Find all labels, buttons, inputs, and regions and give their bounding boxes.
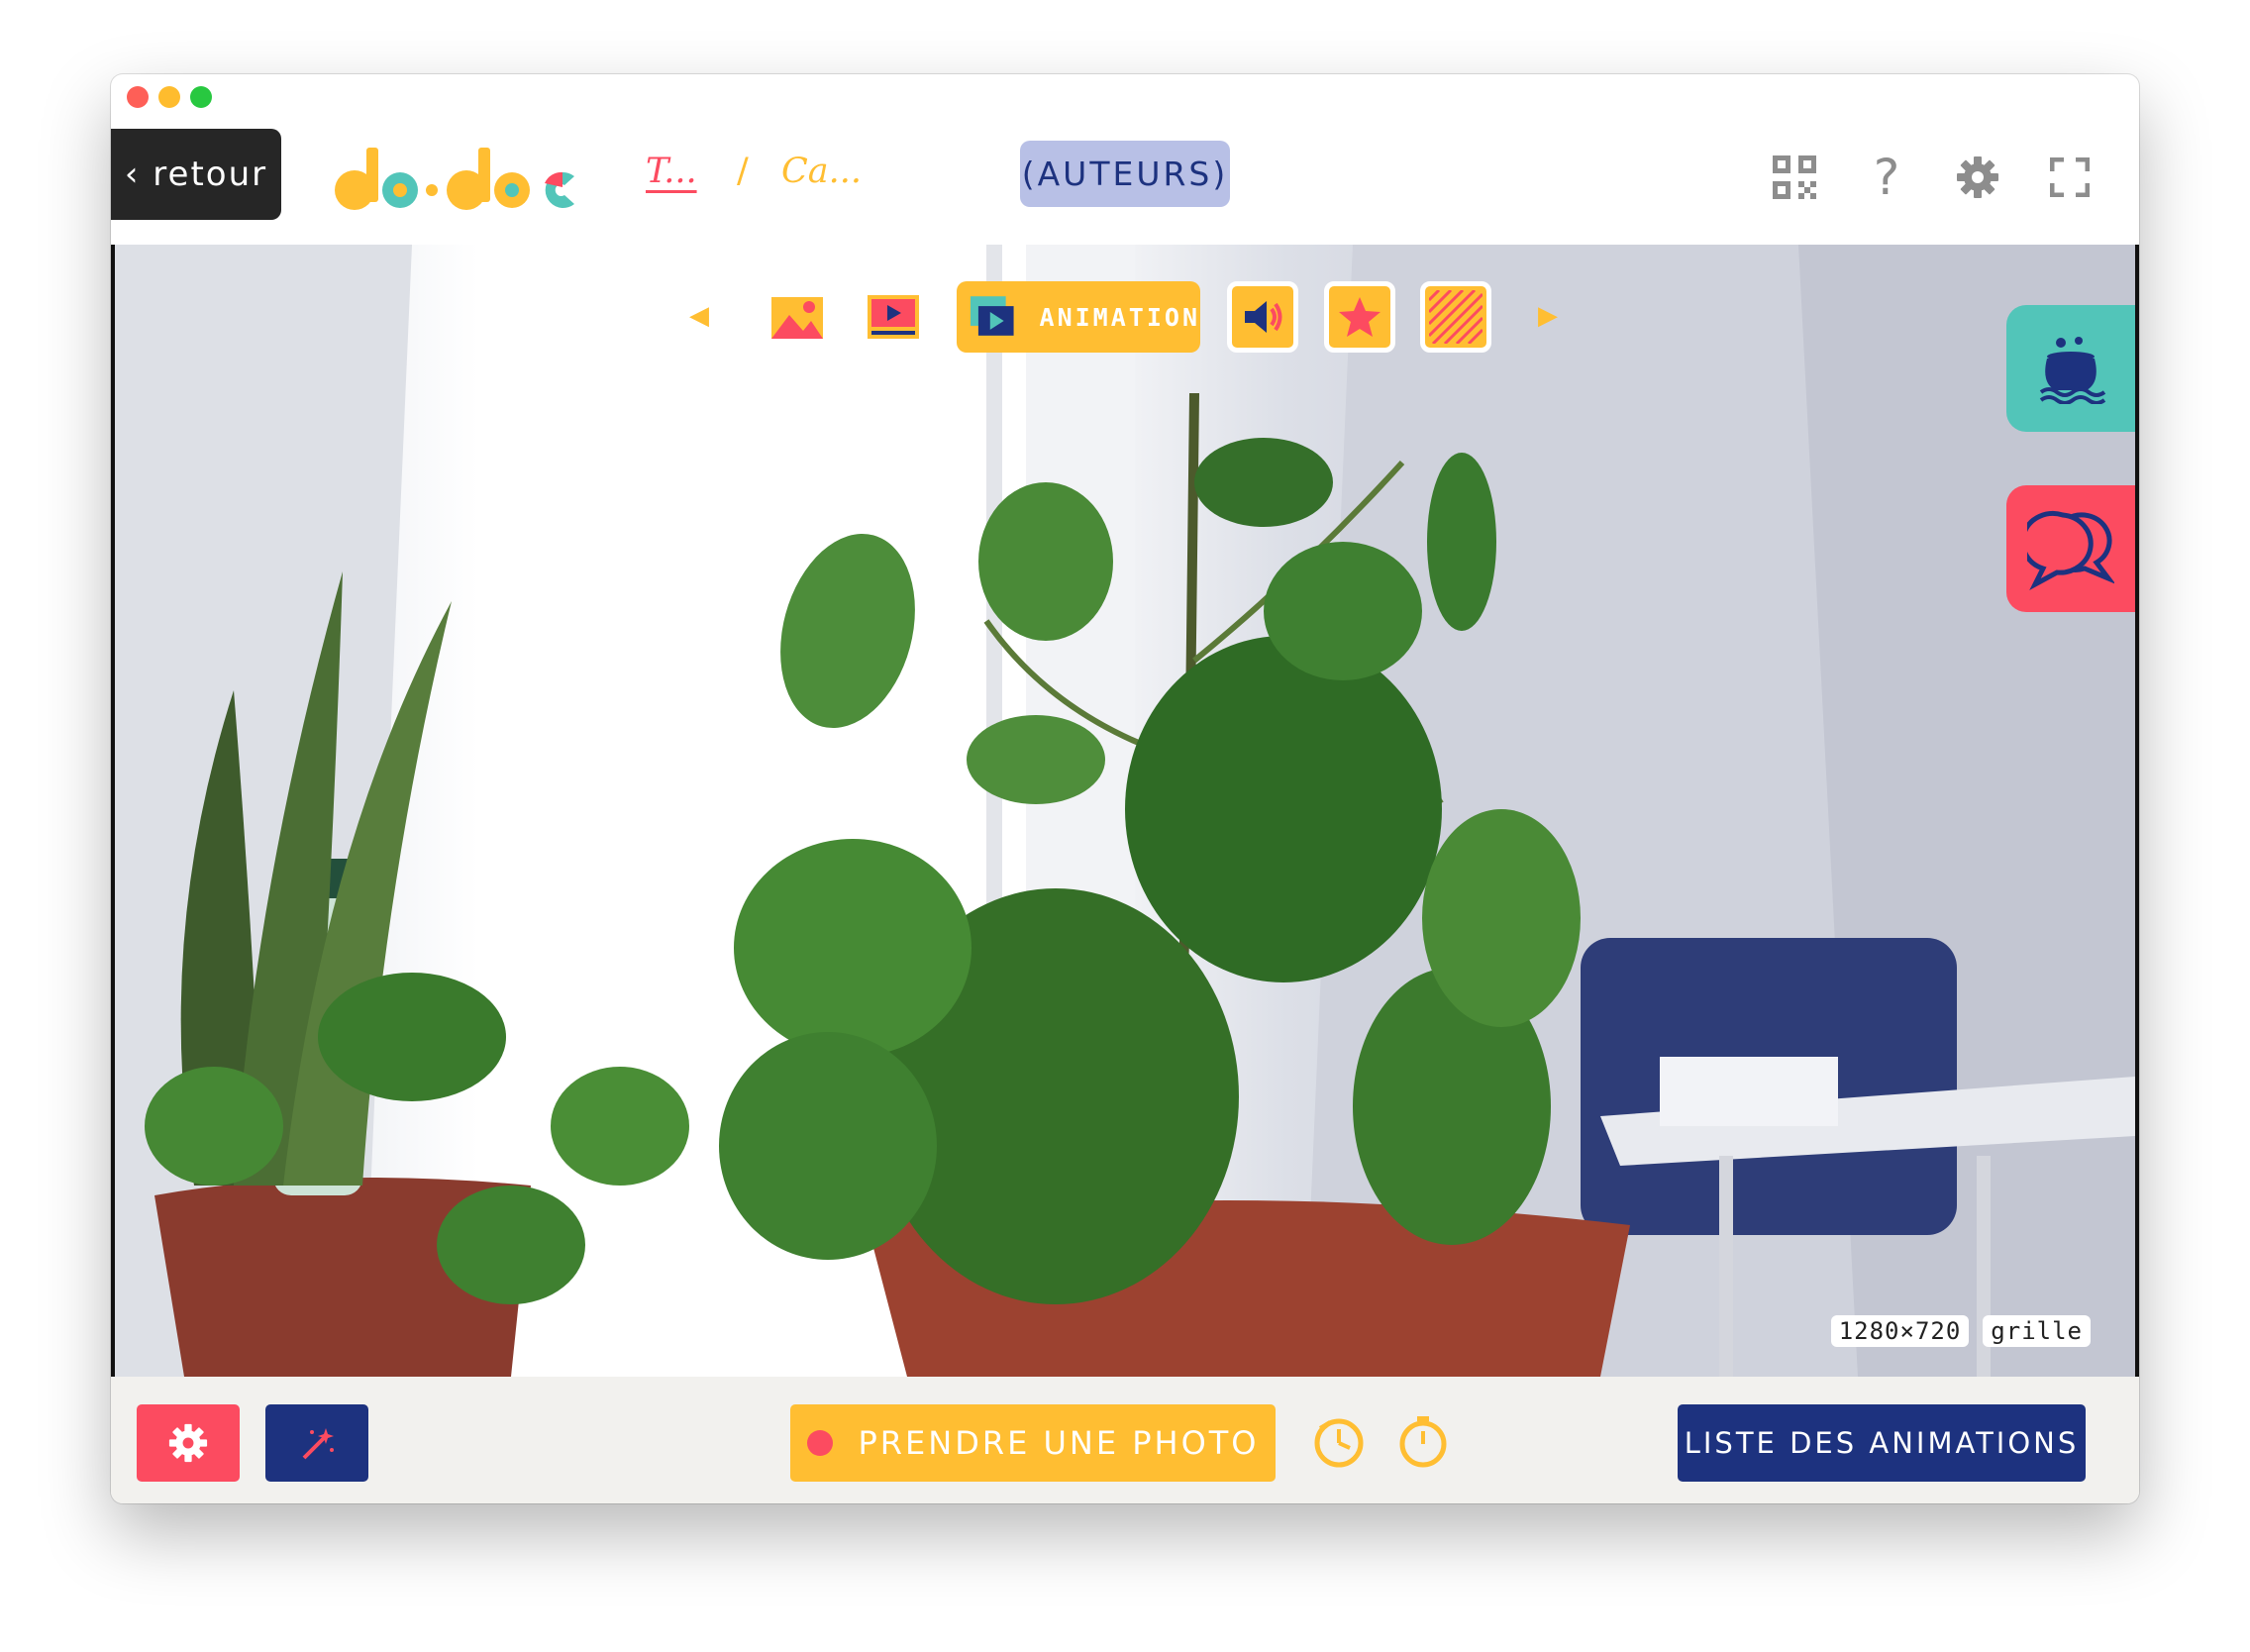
video-icon <box>868 295 919 339</box>
zoom-window-button[interactable] <box>190 86 212 108</box>
breadcrumb-separator: / <box>737 152 749 191</box>
timer-icon[interactable] <box>1396 1414 1450 1468</box>
recipes-tab[interactable] <box>2006 305 2135 432</box>
take-photo-label: PRENDRE UNE PHOTO <box>858 1424 1260 1462</box>
mode-video-button[interactable] <box>858 281 929 353</box>
chat-tab[interactable] <box>2006 485 2135 612</box>
dodoc-logo[interactable] <box>333 144 595 213</box>
minimize-window-button[interactable] <box>158 86 180 108</box>
camera-feed-image <box>115 245 2135 1377</box>
cauldron-icon <box>2039 337 2106 404</box>
breadcrumb-module[interactable]: Ca... <box>781 152 862 191</box>
effects-button[interactable] <box>265 1404 368 1482</box>
gear-icon <box>168 1423 208 1463</box>
camera-preview: ◀ ANIMATION ▶ 1280×720 grille <box>111 245 2139 1377</box>
mode-animation-button[interactable]: ANIMATION <box>957 281 1200 353</box>
record-dot-icon <box>806 1430 833 1456</box>
authors-button[interactable]: (AUTEURS) <box>1020 141 1230 207</box>
window-controls <box>127 86 212 108</box>
camera-badges: 1280×720 grille <box>1830 1315 2091 1347</box>
mode-stopmotion-button[interactable] <box>1324 281 1395 353</box>
speaker-icon <box>1245 301 1282 333</box>
capture-toolbar: PRENDRE UNE PHOTO LISTE DES ANIMATIONS <box>111 1377 2139 1503</box>
image-icon <box>771 297 823 339</box>
delay-icon[interactable] <box>1312 1414 1366 1468</box>
mode-other-button[interactable] <box>1420 281 1491 353</box>
mode-photo-button[interactable] <box>762 281 833 353</box>
grid-toggle-badge[interactable]: grille <box>1983 1315 2091 1347</box>
resolution-badge[interactable]: 1280×720 <box>1830 1315 1970 1347</box>
chat-bubbles-icon <box>2027 510 2114 590</box>
magic-wand-icon <box>302 1428 334 1460</box>
mode-next-arrow-icon[interactable]: ▶ <box>1538 301 1558 331</box>
breadcrumb-project[interactable]: T... <box>646 152 697 191</box>
mode-animation-label: ANIMATION <box>1039 302 1200 332</box>
mode-prev-arrow-icon[interactable]: ◀ <box>689 301 709 331</box>
capture-mode-bar: ◀ ANIMATION ▶ <box>115 281 2135 353</box>
star-icon <box>1339 297 1381 337</box>
back-button[interactable]: ‹ retour <box>111 129 281 220</box>
take-photo-button[interactable]: PRENDRE UNE PHOTO <box>790 1404 1276 1482</box>
camera-settings-button[interactable] <box>137 1404 240 1482</box>
close-window-button[interactable] <box>127 86 149 108</box>
animations-list-button[interactable]: LISTE DES ANIMATIONS <box>1678 1404 2086 1482</box>
app-window: ‹ retour T... / Ca... (AUTEURS) ? ◀ ANIM… <box>111 74 2139 1503</box>
stripes-icon <box>1429 290 1483 344</box>
mode-audio-button[interactable] <box>1227 281 1298 353</box>
animation-icon <box>970 296 1014 336</box>
fullscreen-icon[interactable] <box>2042 150 2097 205</box>
settings-icon[interactable] <box>1950 150 2005 205</box>
qr-code-icon[interactable] <box>1767 150 1822 205</box>
help-icon[interactable]: ? <box>1859 149 1914 206</box>
